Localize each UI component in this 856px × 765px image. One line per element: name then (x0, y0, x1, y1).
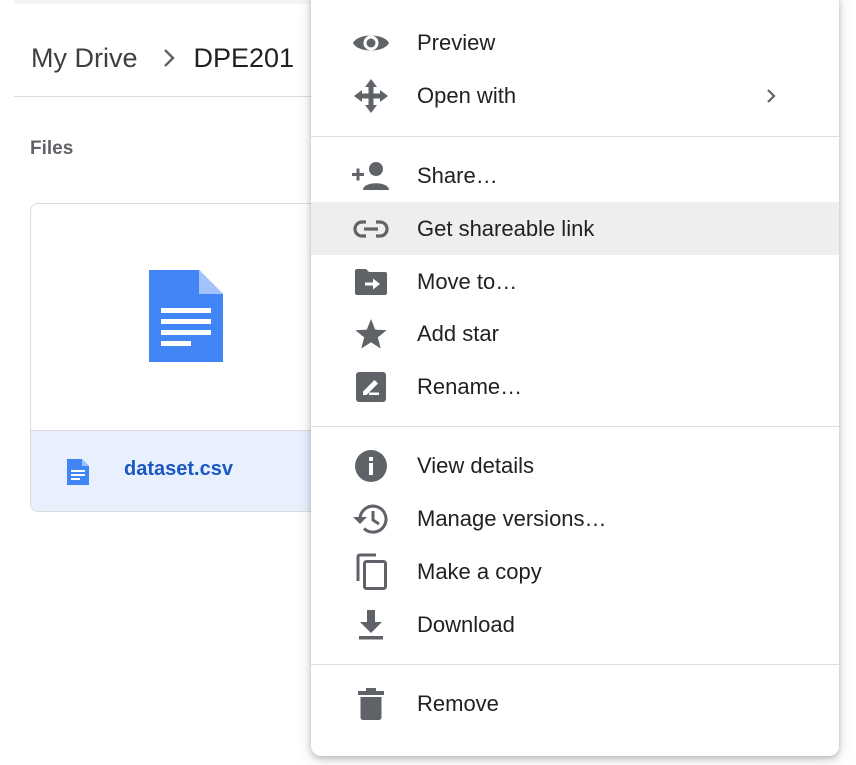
download-icon (351, 605, 391, 645)
menu-item-open-with[interactable]: Open with (311, 69, 839, 122)
breadcrumb-my-drive[interactable]: My Drive (31, 43, 138, 74)
menu-divider (311, 136, 839, 137)
document-icon (67, 459, 89, 490)
menu-divider (311, 664, 839, 665)
header-divider (14, 96, 314, 97)
folder-move-icon (351, 262, 391, 302)
file-name[interactable]: dataset.csv (124, 458, 233, 481)
menu-label: Share… (417, 162, 498, 188)
menu-label: Move to… (417, 268, 518, 294)
edit-icon (351, 367, 391, 407)
menu-item-get-shareable-link[interactable]: Get shareable link (311, 202, 839, 255)
menu-divider (311, 426, 839, 427)
add-person-icon (351, 156, 391, 196)
menu-label: Remove (417, 690, 499, 716)
menu-item-move-to[interactable]: Move to… (311, 255, 839, 308)
menu-item-rename[interactable]: Rename… (311, 360, 839, 413)
history-icon (351, 499, 391, 539)
menu-item-remove[interactable]: Remove (311, 677, 839, 730)
menu-label: Open with (417, 82, 517, 108)
eye-icon (351, 23, 391, 63)
document-icon (149, 270, 223, 367)
menu-item-manage-versions[interactable]: Manage versions… (311, 492, 839, 545)
menu-label: Manage versions… (417, 505, 607, 531)
menu-item-share[interactable]: Share… (311, 149, 839, 202)
file-card-footer: dataset.csv (31, 430, 331, 511)
menu-item-add-star[interactable]: Add star (311, 307, 839, 360)
menu-label: View details (417, 452, 534, 478)
chevron-right-icon (765, 87, 777, 105)
menu-label: Preview (417, 29, 496, 55)
menu-label: Download (417, 611, 515, 637)
menu-item-view-details[interactable]: View details (311, 439, 839, 492)
file-card[interactable]: dataset.csv (30, 203, 332, 512)
menu-item-download[interactable]: Download (311, 598, 839, 651)
link-icon (351, 209, 391, 249)
menu-label: Get shareable link (417, 215, 595, 241)
menu-label: Make a copy (417, 558, 542, 584)
menu-item-preview[interactable]: Preview (311, 16, 839, 69)
move-arrows-icon (351, 76, 391, 116)
info-icon (351, 446, 391, 486)
breadcrumb: My Drive DPE201 (31, 38, 294, 78)
menu-item-make-a-copy[interactable]: Make a copy (311, 545, 839, 598)
chevron-right-icon (162, 47, 176, 69)
menu-label: Rename… (417, 373, 523, 399)
trash-icon (351, 684, 391, 724)
copy-icon (351, 552, 391, 592)
star-icon (351, 314, 391, 354)
breadcrumb-current-folder[interactable]: DPE201 (194, 43, 295, 74)
top-toolbar-edge (14, 0, 314, 4)
context-menu: Preview Open with Share… Get shareable l… (311, 0, 839, 756)
files-section-label: Files (30, 138, 74, 159)
menu-label: Add star (417, 320, 499, 346)
